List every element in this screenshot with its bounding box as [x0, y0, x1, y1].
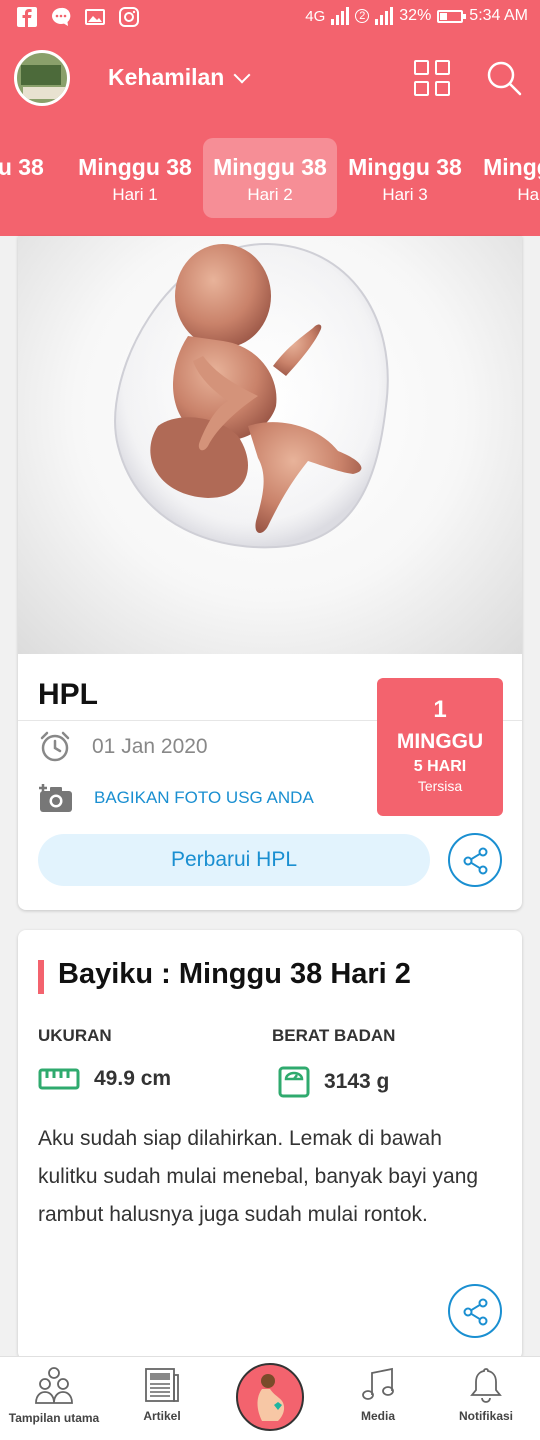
pregnancy-fab-icon	[257, 1374, 285, 1421]
due-date: 01 Jan 2020	[92, 735, 208, 758]
baby-description: Aku sudah siap dilahirkan. Lemak di bawa…	[38, 1127, 479, 1226]
home-people-icon	[35, 1367, 73, 1404]
hpl-card: HPL 01 Jan 2020 BAGIKAN FOTO USG ANDA 1 …	[18, 236, 522, 910]
section-dropdown[interactable]: Kehamilan	[108, 64, 251, 91]
search-icon[interactable]	[486, 60, 522, 96]
countdown-number: 1	[433, 696, 447, 723]
signal-icon	[331, 7, 350, 25]
nav-media-label: Media	[360, 1409, 395, 1423]
app-header: Kehamilan Minggu 38 Minggu 38 Hari 1 Min…	[0, 36, 540, 236]
nav-articles-label: Artikel	[143, 1409, 181, 1423]
share-usg-row[interactable]: BAGIKAN FOTO USG ANDA	[38, 782, 314, 814]
facebook-icon	[17, 7, 37, 27]
signal-icon	[375, 7, 394, 25]
share-icon	[463, 847, 488, 875]
tab-day-4[interactable]: Minggu 38 Hari 4	[473, 138, 540, 218]
due-date-row: 01 Jan 2020	[38, 730, 208, 764]
nav-home-label: Tampilan utama	[8, 1411, 100, 1425]
bell-icon	[470, 1368, 502, 1403]
instagram-icon	[119, 7, 139, 27]
fetus-illustration	[18, 236, 522, 654]
update-hpl-button[interactable]: Perbarui HPL	[38, 834, 430, 886]
sim2-label: 2	[355, 9, 370, 23]
countdown-badge: 1 MINGGU 5 HARI Tersisa	[377, 678, 503, 816]
nav-articles[interactable]: Artikel	[108, 1357, 216, 1440]
share-usg-link[interactable]: BAGIKAN FOTO USG ANDA	[94, 788, 314, 808]
tab-day-2[interactable]: Minggu 38 Hari 2	[203, 138, 337, 218]
hpl-label: HPL	[38, 678, 98, 711]
size-value: 49.9 cm	[94, 1067, 172, 1090]
status-bar: 4G 2 32% 5:34 AM	[0, 0, 540, 36]
countdown-unit: MINGGU	[396, 730, 484, 753]
countdown-days: 5 HARI	[413, 758, 467, 775]
scale-icon	[278, 1066, 310, 1098]
share-icon	[463, 1298, 488, 1326]
nav-notifications-label: Notifikasi	[458, 1409, 513, 1423]
alarm-clock-icon	[40, 731, 70, 762]
add-photo-icon	[39, 784, 72, 812]
avatar[interactable]	[14, 50, 70, 106]
tab-day-3[interactable]: Minggu 38 Hari 3	[338, 138, 472, 218]
image-icon	[85, 9, 105, 25]
nav-media[interactable]: Media	[324, 1357, 432, 1440]
size-stat: 49.9 cm	[38, 1066, 171, 1092]
chat-bubble-icon	[52, 7, 71, 26]
nav-notifications[interactable]: Notifikasi	[432, 1357, 540, 1440]
size-label: UKURAN	[38, 1026, 112, 1045]
tab-prev[interactable]: Minggu 38	[0, 138, 54, 218]
day-tabs: Minggu 38 Minggu 38 Hari 1 Minggu 38 Har…	[0, 138, 540, 218]
status-notifications	[16, 6, 140, 28]
nav-home[interactable]: Tampilan utama	[0, 1357, 108, 1440]
battery-icon	[437, 9, 467, 23]
pregnancy-fab-button[interactable]	[236, 1363, 304, 1431]
bottom-navigation: Tampilan utama Artikel Media Notifikasi	[0, 1356, 540, 1440]
newspaper-icon	[145, 1368, 179, 1402]
weight-label: BERAT BADAN	[272, 1026, 396, 1045]
network-type: 4G	[305, 7, 326, 25]
chevron-down-icon	[233, 66, 251, 83]
clock: 5:34 AM	[469, 7, 528, 24]
baby-card-title: Bayiku : Minggu 38 Hari 2	[58, 958, 411, 990]
share-button[interactable]	[448, 833, 502, 887]
share-button[interactable]	[448, 1284, 502, 1338]
battery-percent: 32%	[399, 7, 432, 24]
section-accent-bar	[38, 960, 44, 994]
page-title: Kehamilan	[108, 64, 225, 90]
grid-menu-icon[interactable]	[414, 60, 450, 96]
weight-value: 3143 g	[324, 1070, 390, 1093]
weight-stat: 3143 g	[278, 1066, 389, 1098]
tab-day-1[interactable]: Minggu 38 Hari 1	[68, 138, 202, 218]
countdown-suffix: Tersisa	[417, 778, 463, 794]
ruler-icon	[38, 1068, 80, 1090]
status-system: 4G 2 32% 5:34 AM	[305, 7, 528, 25]
baby-card: Bayiku : Minggu 38 Hari 2 UKURAN BERAT B…	[18, 930, 522, 1360]
fetus-image	[114, 242, 389, 549]
music-note-icon	[362, 1367, 394, 1400]
